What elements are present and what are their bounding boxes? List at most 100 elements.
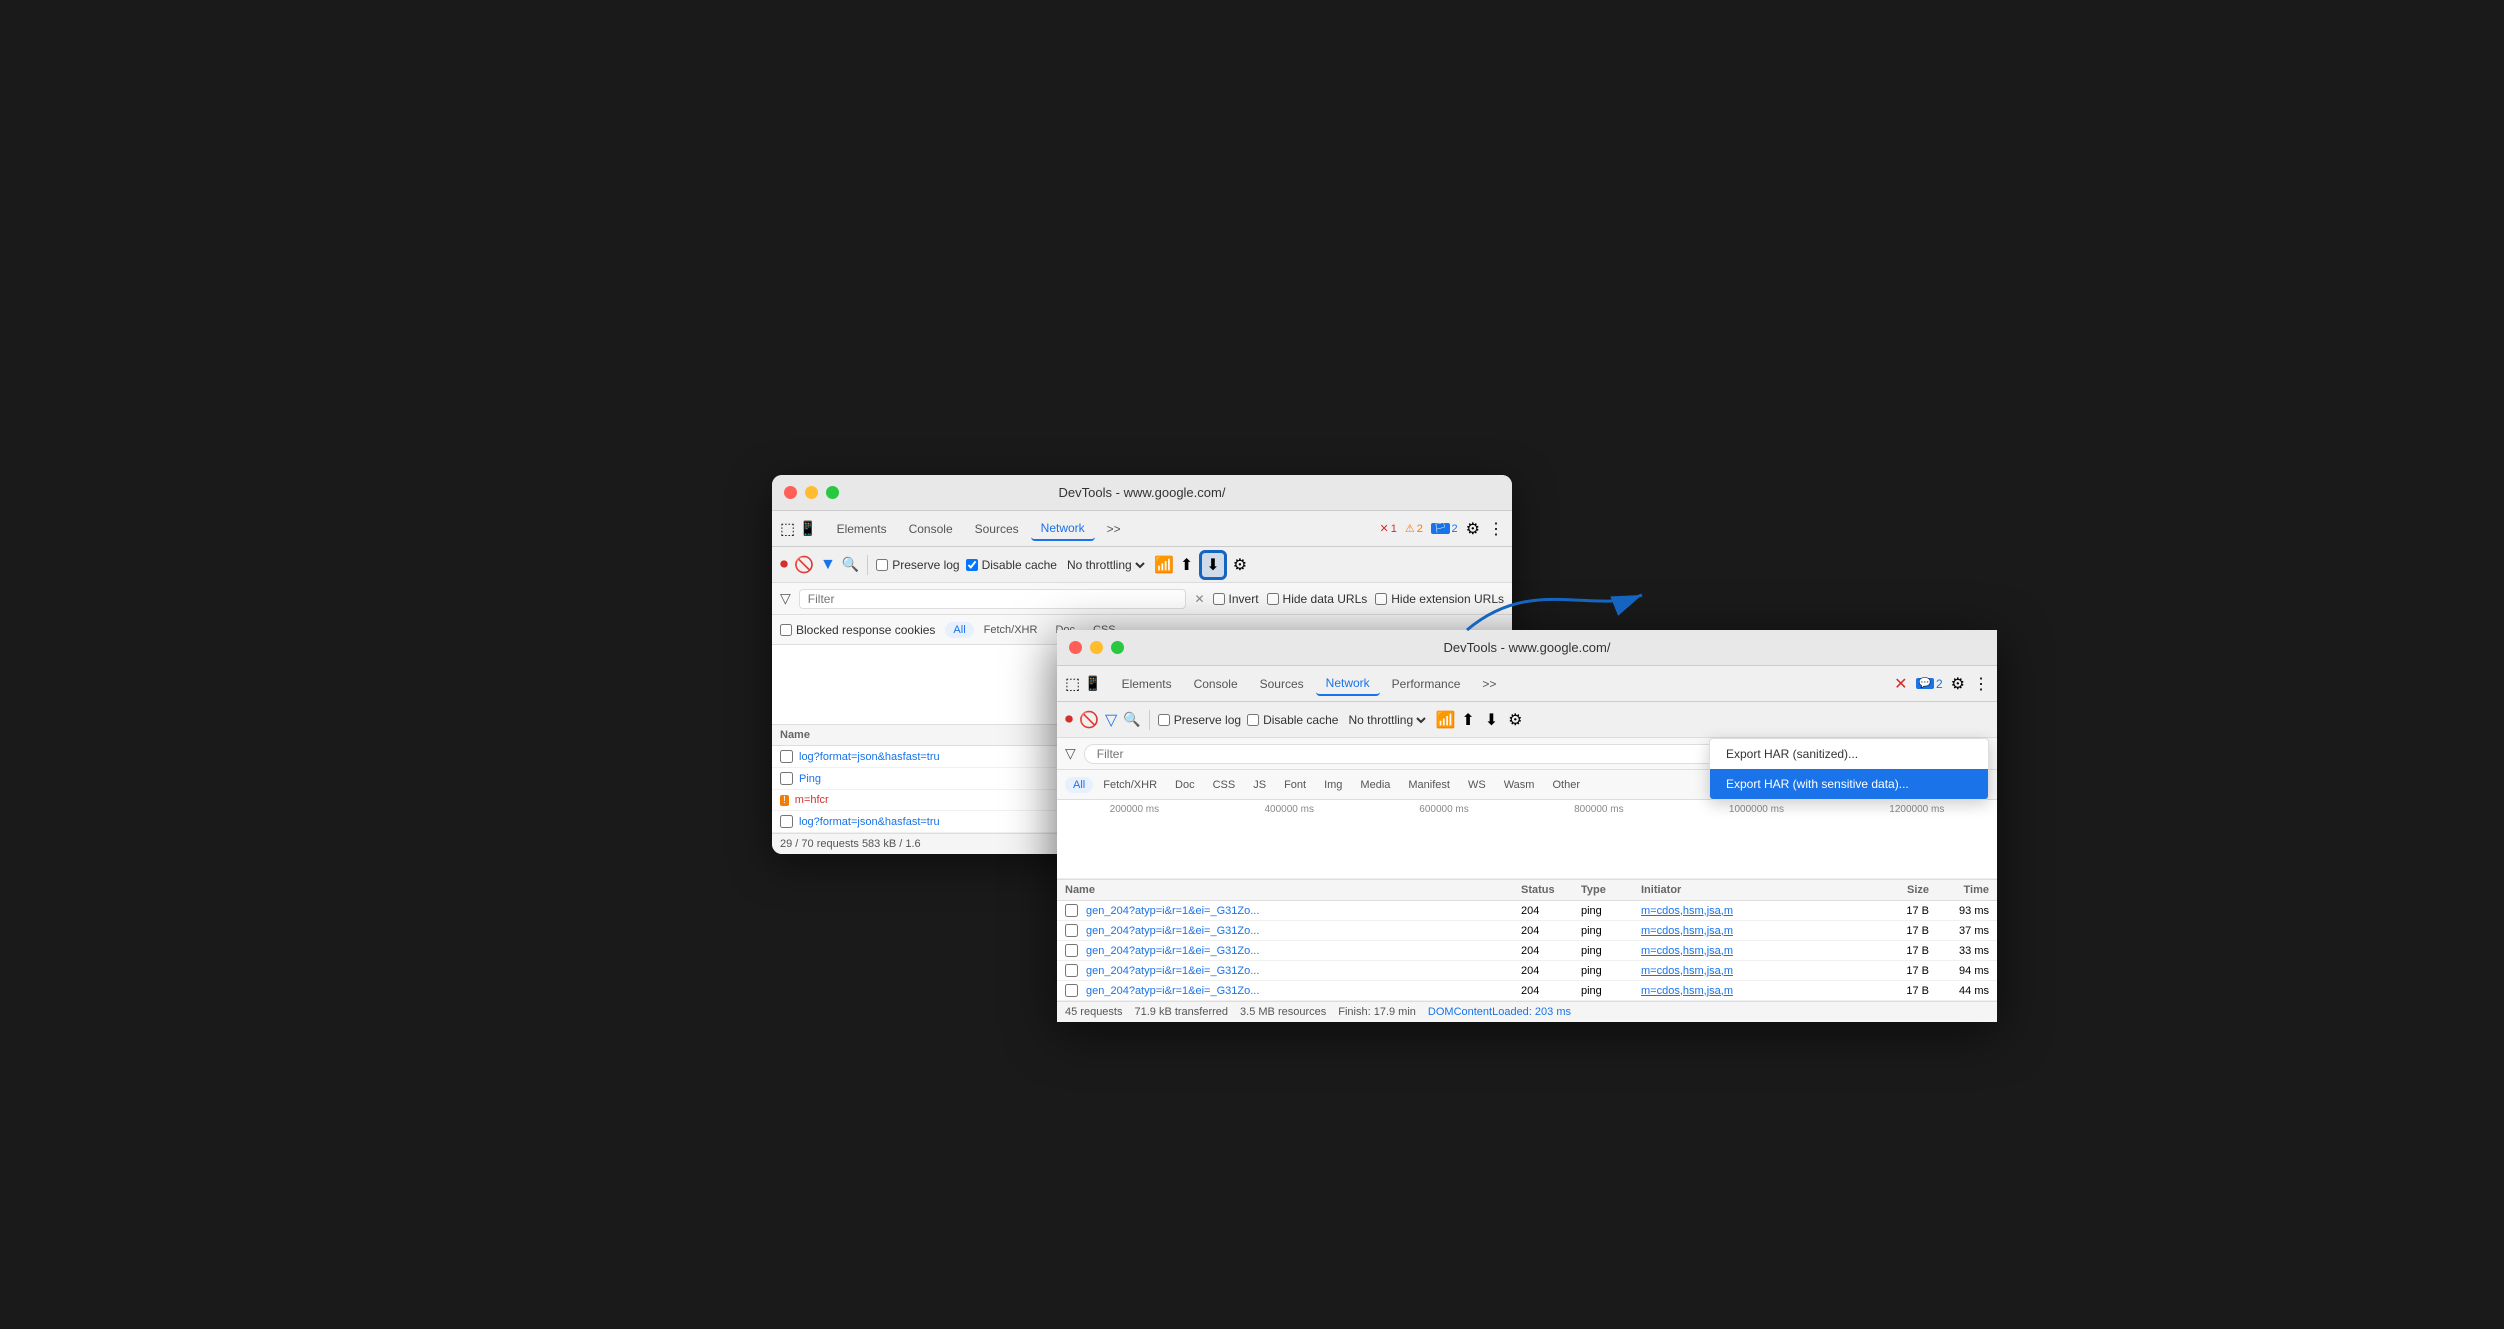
search-icon-fg[interactable]: 🔍 <box>1123 711 1140 728</box>
tab-elements-fg[interactable]: Elements <box>1112 673 1182 695</box>
row-checkbox-bg-1[interactable] <box>780 772 793 785</box>
row-check-fg-1[interactable] <box>1065 924 1078 937</box>
export-har-sensitive[interactable]: Export HAR (with sensitive data)... <box>1710 769 1988 799</box>
disable-cache-checkbox-bg[interactable] <box>966 559 978 571</box>
filter-tab-font-fg[interactable]: Font <box>1276 777 1314 793</box>
tab-sources-fg[interactable]: Sources <box>1250 673 1314 695</box>
disable-cache-checkbox-fg[interactable] <box>1247 714 1259 726</box>
maximize-button-fg[interactable] <box>1111 641 1124 654</box>
row-initiator-fg-2[interactable]: m=cdos,hsm,jsa,m <box>1641 945 1869 957</box>
minimize-button-fg[interactable] <box>1090 641 1103 654</box>
invert-bg[interactable]: Invert <box>1213 592 1259 606</box>
row-check-fg-2[interactable] <box>1065 944 1078 957</box>
inspect-icon-fg[interactable]: ⬚ <box>1065 674 1080 694</box>
row-initiator-fg-3[interactable]: m=cdos,hsm,jsa,m <box>1641 965 1869 977</box>
maximize-button-bg[interactable] <box>826 486 839 499</box>
filter-tab-doc-fg[interactable]: Doc <box>1167 777 1203 793</box>
filter-tab-manifest-fg[interactable]: Manifest <box>1400 777 1458 793</box>
throttle-select-fg[interactable]: No throttling <box>1344 712 1429 728</box>
download-icon-bg[interactable]: ⬇ <box>1199 550 1226 580</box>
inspect-icon-bg[interactable]: ⬚ <box>780 519 795 539</box>
tab-network-bg[interactable]: Network <box>1031 517 1095 541</box>
preserve-log-checkbox-bg[interactable] <box>876 559 888 571</box>
filter-icon-fg[interactable]: ▽ <box>1105 710 1117 730</box>
hide-data-checkbox-bg[interactable] <box>1267 593 1279 605</box>
clear-log-bg[interactable]: 🚫 <box>794 555 814 575</box>
stop-recording-bg[interactable]: ⏺ <box>780 556 788 574</box>
table-row[interactable]: gen_204?atyp=i&r=1&ei=_G31Zo... 204 ping… <box>1057 941 1997 961</box>
close-button-bg[interactable] <box>784 486 797 499</box>
hide-ext-bg[interactable]: Hide extension URLs <box>1375 592 1504 606</box>
tab-sources-bg[interactable]: Sources <box>965 518 1029 540</box>
throttle-select-bg[interactable]: No throttling <box>1063 557 1148 573</box>
minimize-button-bg[interactable] <box>805 486 818 499</box>
filter-tab-img-fg[interactable]: Img <box>1316 777 1350 793</box>
row-initiator-fg-1[interactable]: m=cdos,hsm,jsa,m <box>1641 925 1869 937</box>
tab-elements-bg[interactable]: Elements <box>827 518 897 540</box>
filter-tab-fetch-bg[interactable]: Fetch/XHR <box>976 622 1046 638</box>
disable-cache-fg[interactable]: Disable cache <box>1247 713 1338 727</box>
row-check-fg-4[interactable] <box>1065 984 1078 997</box>
download-icon-fg[interactable]: ⬇ <box>1481 708 1502 732</box>
row-initiator-fg-4[interactable]: m=cdos,hsm,jsa,m <box>1641 985 1869 997</box>
filter-tab-other-fg[interactable]: Other <box>1544 777 1588 793</box>
tab-performance-fg[interactable]: Performance <box>1382 673 1471 695</box>
preserve-log-checkbox-fg[interactable] <box>1158 714 1170 726</box>
stop-recording-fg[interactable]: ⏺ <box>1065 711 1073 729</box>
row-initiator-fg-0[interactable]: m=cdos,hsm,jsa,m <box>1641 905 1869 917</box>
filter-tab-ws-fg[interactable]: WS <box>1460 777 1494 793</box>
more-icon-bg[interactable]: ⋮ <box>1488 519 1504 539</box>
hide-data-bg[interactable]: Hide data URLs <box>1267 592 1368 606</box>
filter-tab-media-fg[interactable]: Media <box>1352 777 1398 793</box>
filter-tab-wasm-fg[interactable]: Wasm <box>1496 777 1543 793</box>
filter-tab-js-fg[interactable]: JS <box>1245 777 1274 793</box>
table-row[interactable]: gen_204?atyp=i&r=1&ei=_G31Zo... 204 ping… <box>1057 981 1997 1001</box>
disable-cache-bg[interactable]: Disable cache <box>966 558 1057 572</box>
more-icon-fg[interactable]: ⋮ <box>1973 674 1989 694</box>
row-checkbox-bg-3[interactable] <box>780 815 793 828</box>
export-har-sanitized[interactable]: Export HAR (sanitized)... <box>1710 739 1988 769</box>
row-checkbox-bg-0[interactable] <box>780 750 793 763</box>
error-icon-fg[interactable]: ✕ <box>1894 674 1907 694</box>
filter-tab-fetch-fg[interactable]: Fetch/XHR <box>1095 777 1165 793</box>
tab-console-bg[interactable]: Console <box>899 518 963 540</box>
settings-icon-fg[interactable]: ⚙ <box>1951 674 1965 694</box>
row-type-fg-1: ping <box>1581 925 1641 937</box>
close-button-fg[interactable] <box>1069 641 1082 654</box>
status-bar-fg: 45 requests 71.9 kB transferred 3.5 MB r… <box>1057 1001 1997 1022</box>
filter-tab-css-fg[interactable]: CSS <box>1205 777 1244 793</box>
row-time-fg-4: 44 ms <box>1929 985 1989 997</box>
filter-tab-all-bg[interactable]: All <box>945 622 973 638</box>
settings-icon-bg[interactable]: ⚙ <box>1466 519 1480 539</box>
filter-tab-all-fg[interactable]: All <box>1065 777 1093 793</box>
tab-console-fg[interactable]: Console <box>1184 673 1248 695</box>
device-icon-bg[interactable]: 📱 <box>799 520 816 537</box>
upload-icon-bg[interactable]: ⬆ <box>1180 555 1193 575</box>
row-check-fg-0[interactable] <box>1065 904 1078 917</box>
hide-ext-checkbox-bg[interactable] <box>1375 593 1387 605</box>
filter-icon-bg[interactable]: ▼ <box>820 556 836 574</box>
header-name-fg: Name <box>1065 884 1521 896</box>
settings2-icon-fg[interactable]: ⚙ <box>1508 710 1522 730</box>
settings2-icon-bg[interactable]: ⚙ <box>1233 555 1247 575</box>
clear-log-fg[interactable]: 🚫 <box>1079 710 1099 730</box>
table-row[interactable]: gen_204?atyp=i&r=1&ei=_G31Zo... 204 ping… <box>1057 961 1997 981</box>
search-icon-bg[interactable]: 🔍 <box>842 556 859 573</box>
blocked-cookies-bg[interactable]: Blocked response cookies <box>780 623 935 637</box>
table-row[interactable]: gen_204?atyp=i&r=1&ei=_G31Zo... 204 ping… <box>1057 921 1997 941</box>
clear-filter-bg[interactable]: ✕ <box>1194 592 1204 606</box>
tab-more-fg[interactable]: >> <box>1472 673 1506 695</box>
export-dropdown: Export HAR (sanitized)... Export HAR (wi… <box>1709 738 1989 800</box>
row-name-fg-1: gen_204?atyp=i&r=1&ei=_G31Zo... <box>1086 925 1259 937</box>
preserve-log-fg[interactable]: Preserve log <box>1158 713 1241 727</box>
filter-input-bg[interactable] <box>799 589 1187 609</box>
tab-network-fg[interactable]: Network <box>1316 672 1380 696</box>
device-icon-fg[interactable]: 📱 <box>1084 675 1101 692</box>
preserve-log-bg[interactable]: Preserve log <box>876 558 959 572</box>
invert-checkbox-bg[interactable] <box>1213 593 1225 605</box>
row-check-fg-3[interactable] <box>1065 964 1078 977</box>
tab-more-bg[interactable]: >> <box>1097 518 1131 540</box>
blocked-checkbox-bg[interactable] <box>780 624 792 636</box>
table-row[interactable]: gen_204?atyp=i&r=1&ei=_G31Zo... 204 ping… <box>1057 901 1997 921</box>
upload-icon-fg[interactable]: ⬆ <box>1461 710 1474 730</box>
